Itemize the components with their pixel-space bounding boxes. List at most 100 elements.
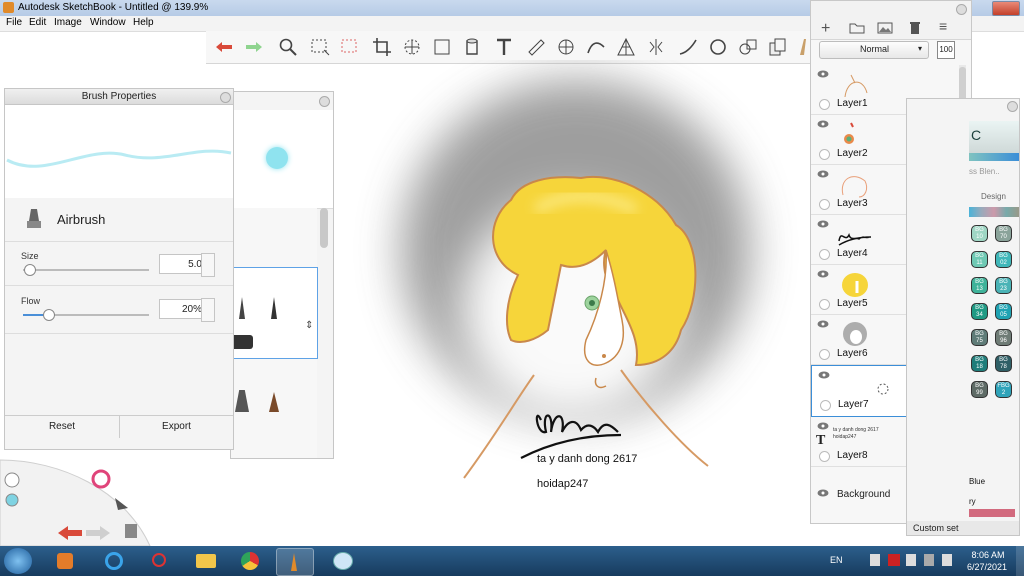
copic-swatch[interactable]: BG 23 (995, 277, 1012, 294)
layer-lock-toggle[interactable] (819, 149, 830, 160)
layer-lock-toggle[interactable] (819, 199, 830, 210)
taskbar-ie-icon[interactable] (96, 548, 132, 574)
eye-icon[interactable] (818, 371, 830, 379)
eye-icon[interactable] (817, 70, 829, 78)
undo-icon[interactable] (214, 37, 234, 57)
copic-swatch[interactable]: BG 11 (971, 251, 988, 268)
add-layer-icon[interactable]: + (821, 20, 830, 38)
taskbar-explorer-icon[interactable] (188, 548, 224, 574)
select-rect-icon[interactable] (310, 37, 330, 57)
layer-lock-toggle[interactable] (820, 400, 831, 411)
close-window-button[interactable] (992, 1, 1020, 16)
drawing-canvas[interactable] (336, 60, 810, 520)
symmetry-icon[interactable] (646, 37, 666, 57)
menu-help[interactable]: Help (133, 17, 154, 28)
eye-icon[interactable] (817, 120, 829, 128)
flow-value-field[interactable]: 20% (159, 299, 207, 319)
clock-time[interactable]: 8:06 AM (968, 550, 1008, 560)
fill-icon[interactable] (462, 37, 482, 57)
menu-edit[interactable]: Edit (29, 17, 46, 28)
stroke-tool-icon[interactable] (678, 37, 698, 57)
layer-lock-toggle[interactable] (819, 451, 830, 462)
eye-icon[interactable] (817, 489, 829, 497)
layer-lock-toggle[interactable] (819, 299, 830, 310)
clock-date[interactable]: 6/27/2021 (962, 562, 1012, 572)
custom-set-button[interactable]: Custom set (907, 521, 1019, 535)
copic-swatch[interactable]: BG 05 (995, 303, 1012, 320)
tray-v-icon[interactable] (888, 554, 900, 566)
layer-opacity-field[interactable]: 100 (937, 41, 955, 59)
ruler-icon[interactable] (526, 37, 546, 57)
blend-mode-dropdown[interactable]: Normal ▾ (819, 41, 929, 59)
export-button[interactable]: Export (120, 416, 233, 438)
copic-swatch[interactable]: BG 75 (971, 329, 988, 346)
flow-stepper[interactable] (201, 298, 215, 322)
copic-swatch[interactable]: BG 18 (971, 355, 988, 372)
menu-image[interactable]: Image (54, 17, 82, 28)
circle-tool-icon[interactable] (708, 37, 728, 57)
volume-icon[interactable] (942, 554, 952, 566)
text-tool-icon[interactable] (494, 37, 514, 57)
menu-file[interactable]: File (6, 17, 22, 28)
taskbar-sketchbook-icon[interactable] (276, 548, 314, 576)
copic-swatch[interactable]: FBG 2 (995, 381, 1012, 398)
transform-icon[interactable] (402, 37, 422, 57)
shapes-icon[interactable] (738, 37, 758, 57)
french-curve-icon[interactable] (586, 37, 606, 57)
select-icon[interactable] (340, 37, 360, 57)
layer-lock-toggle[interactable] (819, 349, 830, 360)
color-family-bar[interactable] (969, 207, 1019, 217)
layer-lock-toggle[interactable] (819, 99, 830, 110)
layer-lock-toggle[interactable] (819, 249, 830, 260)
copic-swatch[interactable]: BG 10 (971, 225, 988, 242)
brush-library-close-button[interactable] (319, 96, 330, 107)
size-value-field[interactable]: 5.0 (159, 254, 207, 274)
copy-icon[interactable] (768, 37, 788, 57)
eye-icon[interactable] (817, 320, 829, 328)
taskbar-paint-icon[interactable] (324, 548, 360, 574)
copic-swatch[interactable]: BG 13 (971, 277, 988, 294)
copic-swatch[interactable]: BG 34 (971, 303, 988, 320)
layer-menu-icon[interactable]: ≡ (939, 18, 947, 34)
redo-icon[interactable] (244, 37, 264, 57)
flow-slider-knob[interactable] (43, 309, 56, 321)
copic-swatch[interactable]: BG 78 (995, 355, 1012, 372)
tray-icon[interactable] (906, 554, 916, 566)
language-indicator[interactable]: EN (830, 555, 843, 565)
taskbar-media-player[interactable] (48, 548, 84, 574)
size-slider-track[interactable] (23, 269, 149, 271)
tray-icon[interactable] (870, 554, 880, 566)
start-button[interactable] (4, 548, 32, 574)
network-icon[interactable] (924, 554, 934, 566)
eye-icon[interactable] (817, 422, 829, 430)
eye-icon[interactable] (817, 170, 829, 178)
brush-marker-icon[interactable] (231, 335, 253, 349)
eye-icon[interactable] (817, 270, 829, 278)
size-slider-knob[interactable] (24, 264, 37, 276)
folder-icon[interactable] (849, 22, 865, 34)
taskbar-chrome-icon[interactable] (232, 548, 268, 574)
design-tab[interactable]: Design (981, 192, 1006, 201)
copic-swatch[interactable]: BG 99 (971, 381, 988, 398)
menu-window[interactable]: Window (90, 17, 126, 28)
copic-swatch[interactable]: BG 96 (995, 329, 1012, 346)
brush-properties-close-button[interactable] (220, 92, 231, 103)
perspective-icon[interactable] (616, 37, 636, 57)
reset-button[interactable]: Reset (5, 416, 120, 438)
copic-close-button[interactable] (1007, 101, 1018, 112)
layers-close-button[interactable] (956, 4, 967, 15)
taskbar-snipping-icon[interactable] (142, 548, 178, 574)
show-desktop-button[interactable] (1016, 546, 1024, 576)
crop-icon[interactable] (372, 37, 392, 57)
distort-icon[interactable] (432, 37, 452, 57)
brush-list-scrollbar[interactable] (320, 208, 328, 248)
copic-swatch[interactable]: BG 02 (995, 251, 1012, 268)
ellipse-guide-icon[interactable] (556, 37, 576, 57)
brush-reorder-icon[interactable]: ⇕ (305, 320, 313, 331)
image-layer-icon[interactable] (877, 22, 893, 34)
size-stepper[interactable] (201, 253, 215, 277)
eye-icon[interactable] (817, 220, 829, 228)
zoom-icon[interactable] (278, 37, 298, 57)
layer-trash-icon[interactable] (909, 21, 921, 35)
copic-swatch[interactable]: BG 70 (995, 225, 1012, 242)
